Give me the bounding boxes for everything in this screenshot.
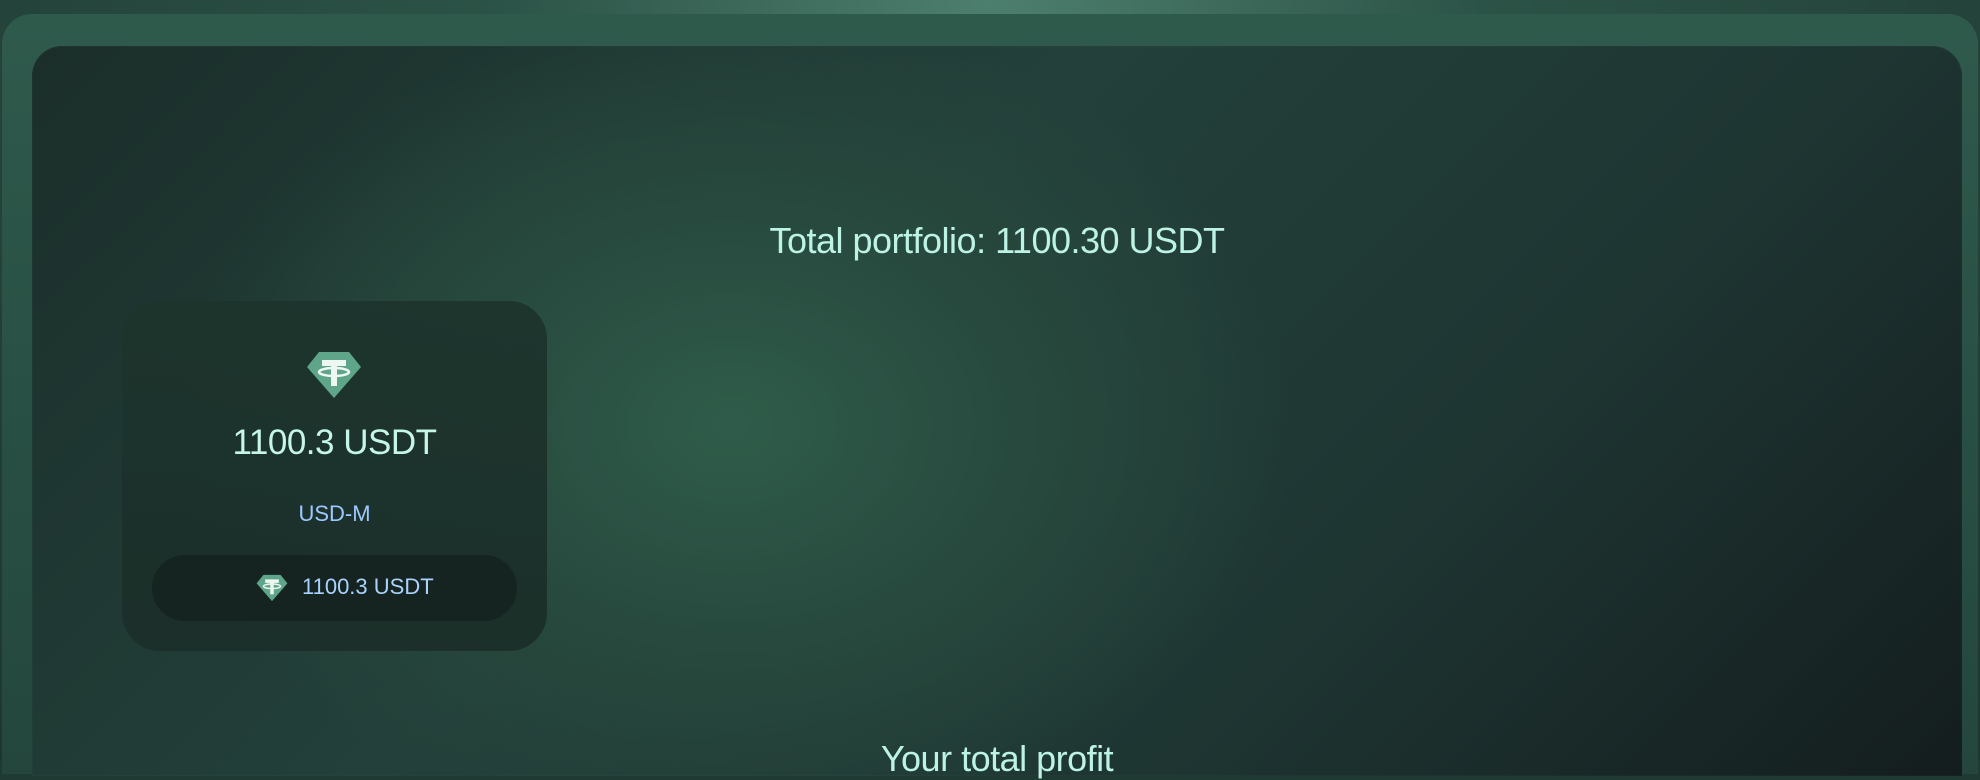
- balance-amount: 1100.3 USDT: [302, 574, 434, 599]
- wallet-card[interactable]: 1100.3 USDT USD-M 1100.3 USDT: [122, 301, 547, 651]
- portfolio-panel: Total portfolio: 1100.30 USDT 1100.3 USD…: [32, 46, 1962, 779]
- portfolio-title: Total portfolio: 1100.30 USDT: [769, 220, 1225, 261]
- page-background: Total portfolio: 1100.30 USDT 1100.3 USD…: [0, 0, 1980, 779]
- tether-icon: [307, 352, 361, 398]
- tether-icon: [256, 574, 288, 602]
- profit-title: Your total profit: [880, 738, 1114, 779]
- balance-pill: 1100.3 USDT: [152, 555, 517, 621]
- card-type-label: USD-M: [298, 501, 371, 526]
- card-amount: 1100.3 USDT: [232, 423, 437, 462]
